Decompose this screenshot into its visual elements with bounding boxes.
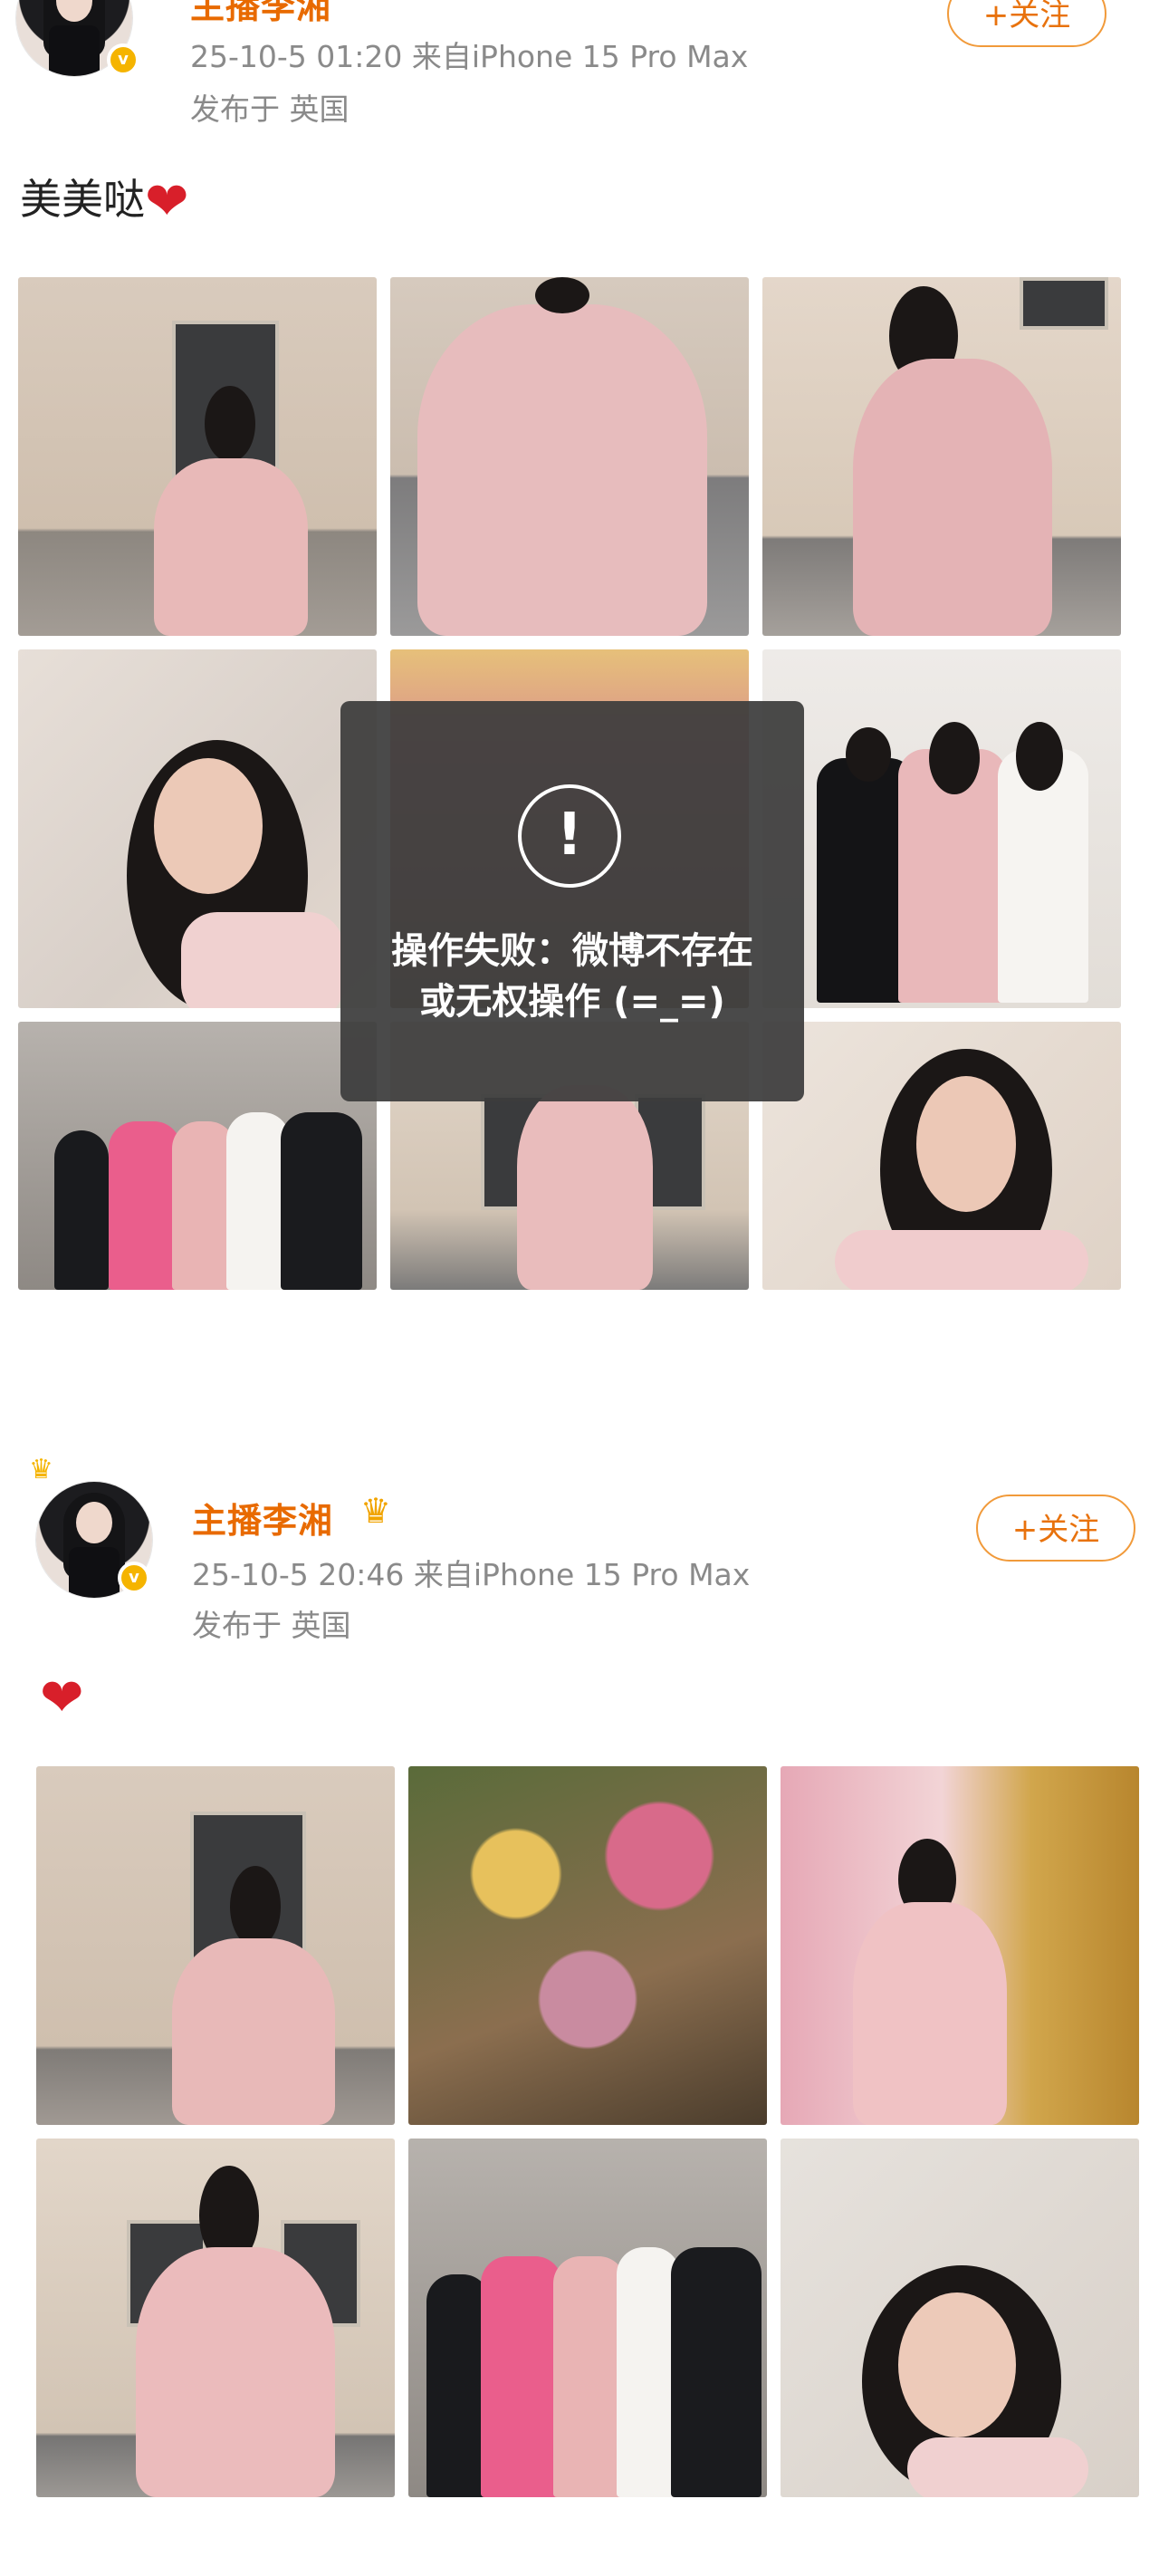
post-image[interactable] — [390, 277, 749, 636]
heart-icon: ❤ — [145, 170, 189, 232]
post-location: 发布于 英国 — [192, 1608, 351, 1643]
post-image[interactable] — [408, 1766, 767, 2125]
post-image[interactable] — [762, 277, 1121, 636]
post-image[interactable] — [408, 2139, 767, 2497]
username[interactable]: 主播李湘 — [192, 1493, 333, 1543]
post-image[interactable] — [36, 2139, 395, 2497]
image-grid — [36, 1766, 1143, 2500]
username[interactable]: 主播李湘 — [190, 0, 331, 28]
exclamation-circle-icon: ! — [518, 784, 621, 888]
verified-badge-icon: v — [118, 1562, 150, 1594]
post-caption: ❤ — [40, 1667, 84, 1728]
post-location: 发布于 英国 — [190, 91, 350, 127]
post-image[interactable] — [762, 649, 1121, 1008]
post-image[interactable] — [36, 1766, 395, 2125]
crown-icon: ♛ — [360, 1491, 392, 1531]
crown-icon: ♛ — [29, 1454, 53, 1485]
post-image[interactable] — [18, 649, 377, 1008]
post-image[interactable] — [781, 1766, 1139, 2125]
follow-button[interactable]: +关注 — [947, 0, 1106, 47]
verified-badge-icon: v — [107, 43, 139, 76]
post-timestamp-source: 25-10-5 20:46 来自iPhone 15 Pro Max — [192, 1557, 751, 1592]
post-image[interactable] — [781, 2139, 1139, 2497]
post-image[interactable] — [18, 1022, 377, 1290]
caption-text: 美美哒 — [20, 175, 145, 224]
error-toast: ! 操作失败：微博不存在或无权操作 (=_=) — [340, 701, 804, 1101]
heart-icon: ❤ — [40, 1667, 84, 1728]
post-2: ♛ v 主播李湘 ♛ 25-10-5 20:46 来自iPhone 15 Pro… — [0, 1449, 1159, 2576]
follow-button[interactable]: +关注 — [976, 1495, 1135, 1562]
toast-message: 操作失败：微博不存在或无权操作 (=_=) — [391, 930, 753, 1023]
post-caption: 美美哒❤ — [20, 167, 189, 232]
post-image[interactable] — [18, 277, 377, 636]
post-image[interactable] — [762, 1022, 1121, 1290]
post-timestamp-source: 25-10-5 01:20 来自iPhone 15 Pro Max — [190, 39, 749, 74]
